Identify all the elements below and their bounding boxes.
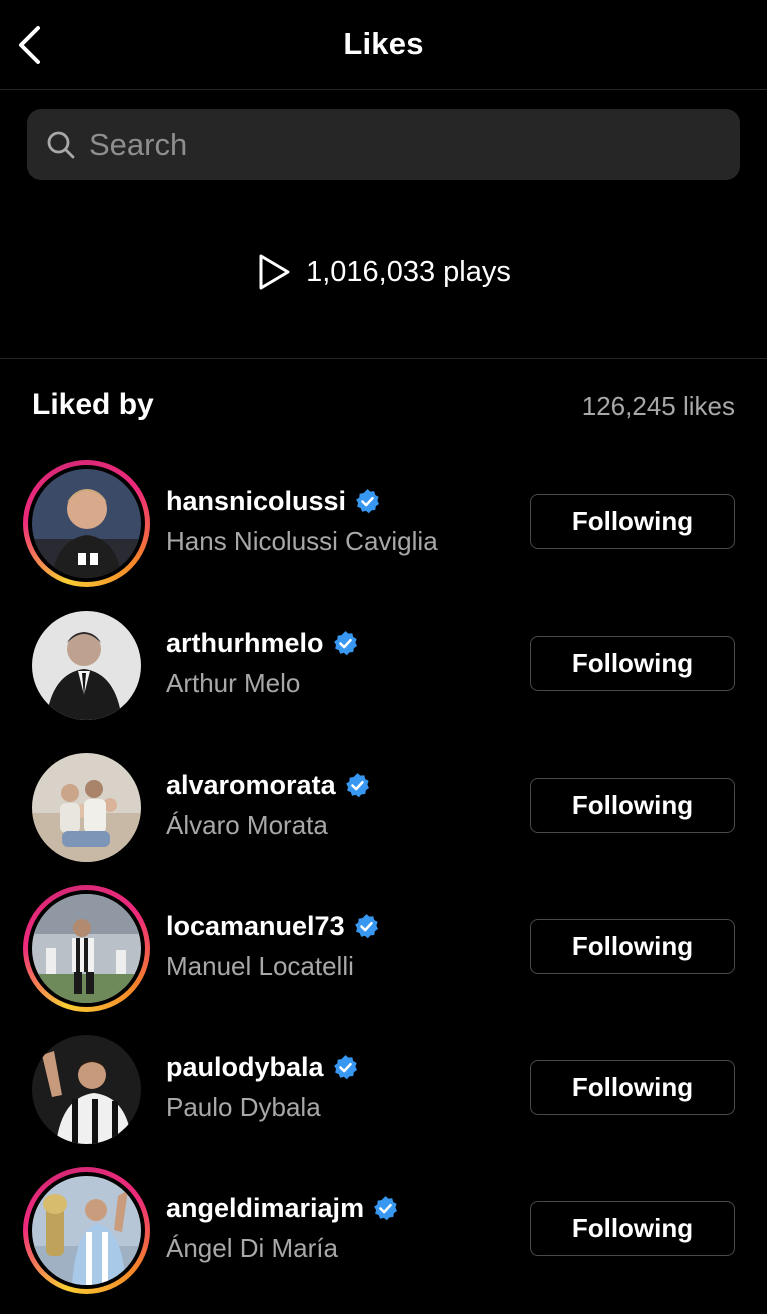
username[interactable]: hansnicolussi [166, 486, 346, 517]
verified-badge-icon [374, 1196, 398, 1221]
avatar-wrap[interactable] [23, 744, 150, 871]
page-title: Likes [343, 26, 424, 61]
following-button[interactable]: Following [530, 494, 735, 549]
following-button[interactable]: Following [530, 778, 735, 833]
play-icon [259, 254, 290, 290]
full-name: Paulo Dybala [166, 1092, 321, 1122]
verified-badge-icon [333, 631, 357, 656]
username[interactable]: arthurhmelo [166, 628, 324, 659]
list-item[interactable]: alvaromorata Álvaro Morata Following [0, 744, 767, 874]
liked-by-heading: Liked by [32, 388, 154, 421]
list-item[interactable]: locamanuel73 Manuel Locatelli Following [0, 885, 767, 1015]
avatar-wrap[interactable] [23, 602, 150, 729]
username[interactable]: angeldimariajm [166, 1193, 364, 1224]
plays-label: 1,016,033 plays [306, 255, 511, 288]
avatar [32, 1035, 141, 1144]
list-item[interactable]: arthurhmelo Arthur Melo Following [0, 602, 767, 732]
username[interactable]: alvaromorata [166, 770, 336, 801]
search-bar[interactable] [27, 109, 740, 180]
story-ring[interactable] [23, 885, 150, 1012]
full-name: Hans Nicolussi Caviglia [166, 526, 438, 556]
following-button[interactable]: Following [530, 636, 735, 691]
search-icon [47, 131, 75, 159]
full-name: Ángel Di María [166, 1233, 338, 1263]
list-item[interactable]: hansnicolussi Hans Nicolussi Caviglia Fo… [0, 460, 767, 590]
likes-count: 126,245 likes [581, 391, 735, 421]
avatar-wrap[interactable] [23, 1026, 150, 1153]
plays-count: 1,016,033 plays [0, 250, 767, 294]
story-ring[interactable] [23, 460, 150, 587]
verified-badge-icon [354, 914, 378, 939]
avatar [32, 1176, 141, 1285]
following-button[interactable]: Following [530, 1060, 735, 1115]
avatar [32, 611, 141, 720]
full-name: Arthur Melo [166, 668, 301, 698]
top-bar: Likes [0, 0, 767, 90]
verified-badge-icon [333, 1055, 357, 1080]
verified-badge-icon [356, 489, 380, 514]
list-item[interactable]: paulodybala Paulo Dybala Following [0, 1026, 767, 1156]
following-button[interactable]: Following [530, 919, 735, 974]
list-item[interactable]: angeldimariajm Ángel Di María Following [0, 1167, 767, 1297]
avatar [32, 894, 141, 1003]
verified-badge-icon [345, 773, 369, 798]
full-name: Manuel Locatelli [166, 951, 354, 981]
following-button[interactable]: Following [530, 1201, 735, 1256]
search-input[interactable] [89, 109, 709, 180]
story-ring[interactable] [23, 1167, 150, 1294]
username[interactable]: paulodybala [166, 1052, 324, 1083]
username[interactable]: locamanuel73 [166, 911, 345, 942]
full-name: Álvaro Morata [166, 810, 328, 840]
divider [0, 358, 767, 359]
avatar [32, 469, 141, 578]
avatar [32, 753, 141, 862]
